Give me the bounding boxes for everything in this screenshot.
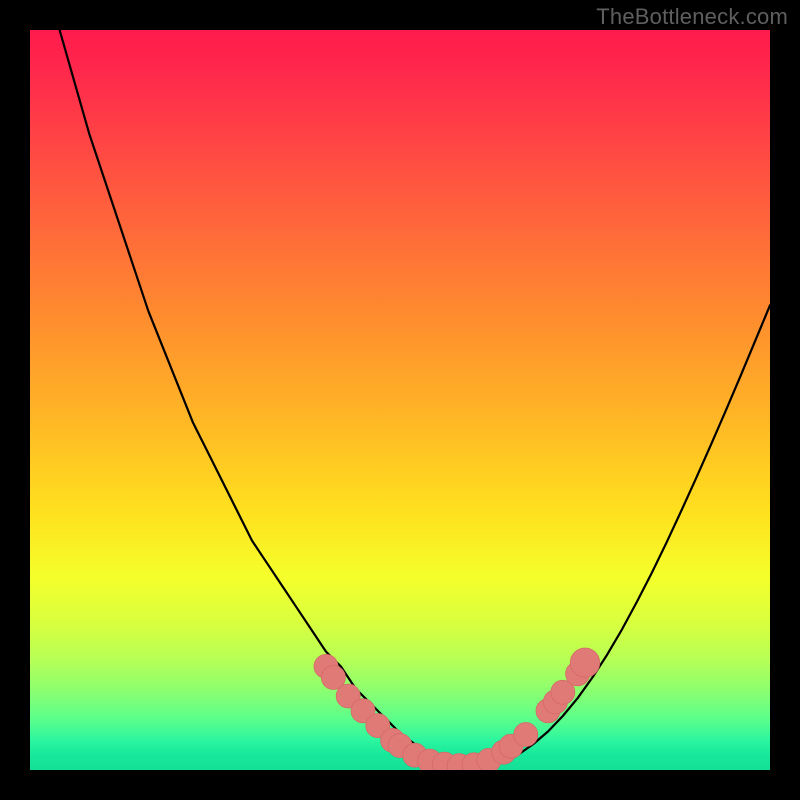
curve-markers [314, 648, 600, 770]
curve-marker [514, 723, 538, 747]
curve-layer [30, 30, 770, 770]
bottleneck-curve [60, 30, 770, 766]
chart-frame: TheBottleneck.com [0, 0, 800, 800]
curve-marker [570, 648, 599, 677]
plot-area [30, 30, 770, 770]
attribution-text: TheBottleneck.com [596, 4, 788, 30]
